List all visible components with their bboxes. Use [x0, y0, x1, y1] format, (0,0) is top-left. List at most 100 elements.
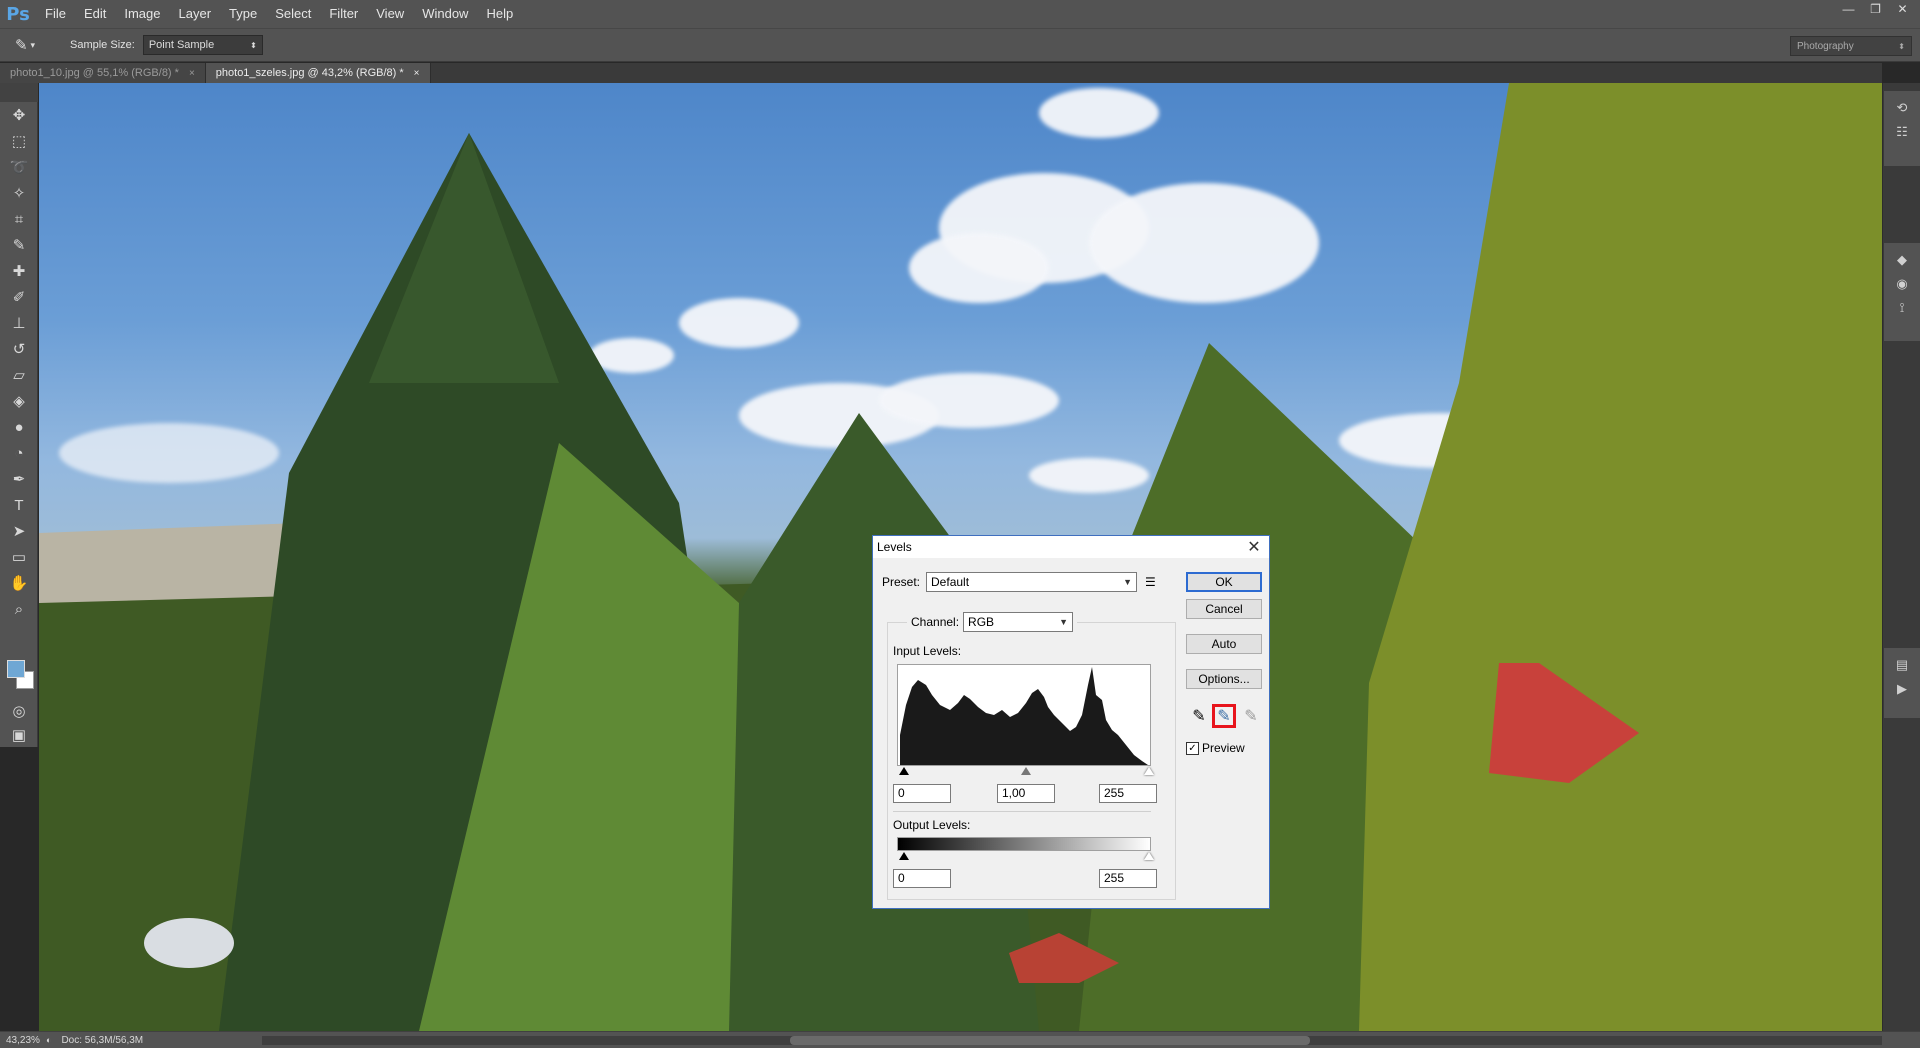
output-black-slider[interactable]: [899, 852, 909, 860]
spruce-tree-far-right: [1359, 83, 1882, 1031]
color-swatches[interactable]: [7, 660, 34, 690]
cancel-button[interactable]: Cancel: [1186, 599, 1262, 619]
status-info-icon[interactable]: ◐: [46, 1035, 51, 1045]
tab-label: photo1_10.jpg @ 55,1% (RGB/8) *: [10, 67, 179, 79]
eyedropper-icon[interactable]: ✎: [0, 232, 38, 258]
output-white-field[interactable]: 255: [1099, 869, 1157, 888]
menu-bar: Ps File Edit Image Layer Type Select Fil…: [0, 0, 1920, 28]
tab-photo1-10[interactable]: photo1_10.jpg @ 55,1% (RGB/8) * ×: [0, 63, 206, 83]
preview-row[interactable]: ✓ Preview: [1186, 741, 1245, 755]
workspace-select[interactable]: Photography ⬍: [1790, 36, 1912, 56]
quick-mask-icon[interactable]: ◎: [0, 698, 38, 724]
white-point-eyedropper-icon[interactable]: ✎: [1239, 704, 1263, 728]
scrollbar-thumb[interactable]: [790, 1036, 1310, 1045]
photoshop-window: Ps File Edit Image Layer Type Select Fil…: [0, 0, 1920, 1048]
input-black-slider[interactable]: [899, 767, 909, 775]
input-gamma-field[interactable]: 1,00: [997, 784, 1055, 803]
hand-icon[interactable]: ✋: [0, 570, 38, 596]
zoom-level[interactable]: 43,23%: [0, 1035, 46, 1046]
paths-panel-icon[interactable]: ⟟: [1892, 299, 1912, 317]
sample-size-label: Sample Size:: [70, 39, 135, 51]
updown-icon: ⬍: [250, 40, 257, 50]
menu-window[interactable]: Window: [413, 0, 477, 28]
dodge-icon[interactable]: ◔: [0, 440, 38, 466]
output-gradient: [897, 837, 1151, 851]
eyedropper-icon: ✎: [14, 37, 28, 54]
crop-icon[interactable]: ⌗: [0, 206, 38, 232]
sample-size-select[interactable]: Point Sample ⬍: [142, 35, 263, 55]
tab-photo1-szeles[interactable]: photo1_szeles.jpg @ 43,2% (RGB/8) * ×: [205, 63, 431, 83]
layers-panel-icon[interactable]: ◆: [1892, 251, 1912, 269]
brush-icon[interactable]: ✐: [0, 284, 38, 310]
close-window-button[interactable]: ✕: [1889, 0, 1916, 18]
close-tab-icon[interactable]: ×: [414, 68, 420, 79]
input-black-field[interactable]: 0: [893, 784, 951, 803]
menu-type[interactable]: Type: [220, 0, 266, 28]
type-icon[interactable]: T: [0, 492, 38, 518]
dialog-titlebar[interactable]: Levels ✕: [873, 536, 1269, 558]
panel-dock: ⟲ ☷ ◆ ◉ ⟟ ▤ ▶: [1882, 83, 1920, 1031]
blur-icon[interactable]: ●: [0, 414, 38, 440]
play-icon[interactable]: ▶: [1892, 680, 1912, 698]
tab-label: photo1_szeles.jpg @ 43,2% (RGB/8) *: [215, 67, 404, 79]
preview-checkbox[interactable]: ✓: [1186, 741, 1199, 755]
black-point-eyedropper-icon[interactable]: ✎: [1187, 704, 1211, 728]
preset-select[interactable]: Default ▼: [926, 572, 1138, 592]
move-icon[interactable]: ✥: [0, 102, 38, 128]
paint-bucket-icon[interactable]: ◈: [0, 388, 38, 414]
white-car: [144, 918, 234, 968]
chevron-down-icon: ▼: [1059, 617, 1069, 627]
preset-row: Preset: Default ▼ ☰: [882, 572, 1156, 592]
restore-button[interactable]: ❐: [1862, 0, 1889, 18]
gray-point-eyedropper-icon[interactable]: ✎: [1212, 704, 1236, 728]
panel-group-1: ⟲ ☷: [1884, 91, 1920, 166]
pen-icon[interactable]: ✒: [0, 466, 38, 492]
auto-button[interactable]: Auto: [1186, 634, 1262, 654]
input-white-slider[interactable]: [1144, 767, 1154, 775]
menu-edit[interactable]: Edit: [75, 0, 115, 28]
tool-preset-picker[interactable]: ✎ ▾: [0, 32, 50, 58]
menu-image[interactable]: Image: [115, 0, 169, 28]
history-brush-icon[interactable]: ↺: [0, 336, 38, 362]
properties-panel-icon[interactable]: ☷: [1892, 123, 1912, 141]
options-button[interactable]: Options...: [1186, 669, 1262, 689]
toolbar-header[interactable]: [0, 83, 38, 102]
screen-mode-icon[interactable]: ▣: [0, 722, 38, 748]
status-bar: 43,23% ◐ Doc: 56,3M/56,3M: [0, 1031, 1920, 1048]
menu-layer[interactable]: Layer: [170, 0, 221, 28]
horizontal-scrollbar[interactable]: [262, 1036, 1882, 1045]
divider: [893, 811, 1151, 812]
input-gamma-slider[interactable]: [1021, 767, 1031, 775]
preset-options-icon[interactable]: ☰: [1145, 575, 1156, 589]
menu-select[interactable]: Select: [266, 0, 320, 28]
output-black-field[interactable]: 0: [893, 869, 951, 888]
close-tab-icon[interactable]: ×: [189, 68, 195, 79]
output-white-slider[interactable]: [1144, 852, 1154, 860]
marquee-icon[interactable]: ⬚: [0, 128, 38, 154]
actions-panel-icon[interactable]: ▤: [1892, 656, 1912, 674]
history-panel-icon[interactable]: ⟲: [1892, 99, 1912, 117]
menu-view[interactable]: View: [367, 0, 413, 28]
lasso-icon[interactable]: ➰: [0, 154, 38, 180]
ok-button[interactable]: OK: [1186, 572, 1262, 592]
path-select-icon[interactable]: ➤: [0, 518, 38, 544]
channels-panel-icon[interactable]: ◉: [1892, 275, 1912, 293]
clone-stamp-icon[interactable]: ⊥: [0, 310, 38, 336]
healing-brush-icon[interactable]: ✚: [0, 258, 38, 284]
menu-filter[interactable]: Filter: [320, 0, 367, 28]
tools-panel: ✥ ⬚ ➰ ✧ ⌗ ✎ ✚ ✐ ⊥ ↺ ▱ ◈ ● ◔ ✒ T ➤ ▭ ✋ ⌕ …: [0, 102, 38, 747]
levels-dialog: Levels ✕ Preset: Default ▼ ☰ Channel: RG…: [872, 535, 1270, 909]
eraser-icon[interactable]: ▱: [0, 362, 38, 388]
input-white-field[interactable]: 255: [1099, 784, 1157, 803]
updown-icon: ⬍: [1898, 41, 1905, 51]
close-icon[interactable]: ✕: [1239, 537, 1269, 557]
quick-select-icon[interactable]: ✧: [0, 180, 38, 206]
foreground-color[interactable]: [7, 660, 25, 678]
menu-help[interactable]: Help: [477, 0, 522, 28]
channel-select[interactable]: RGB ▼: [963, 612, 1074, 632]
rectangle-icon[interactable]: ▭: [0, 544, 38, 570]
zoom-icon[interactable]: ⌕: [0, 596, 38, 622]
histogram-graph: [900, 667, 1148, 765]
minimize-button[interactable]: —: [1835, 0, 1862, 18]
menu-file[interactable]: File: [36, 0, 75, 28]
